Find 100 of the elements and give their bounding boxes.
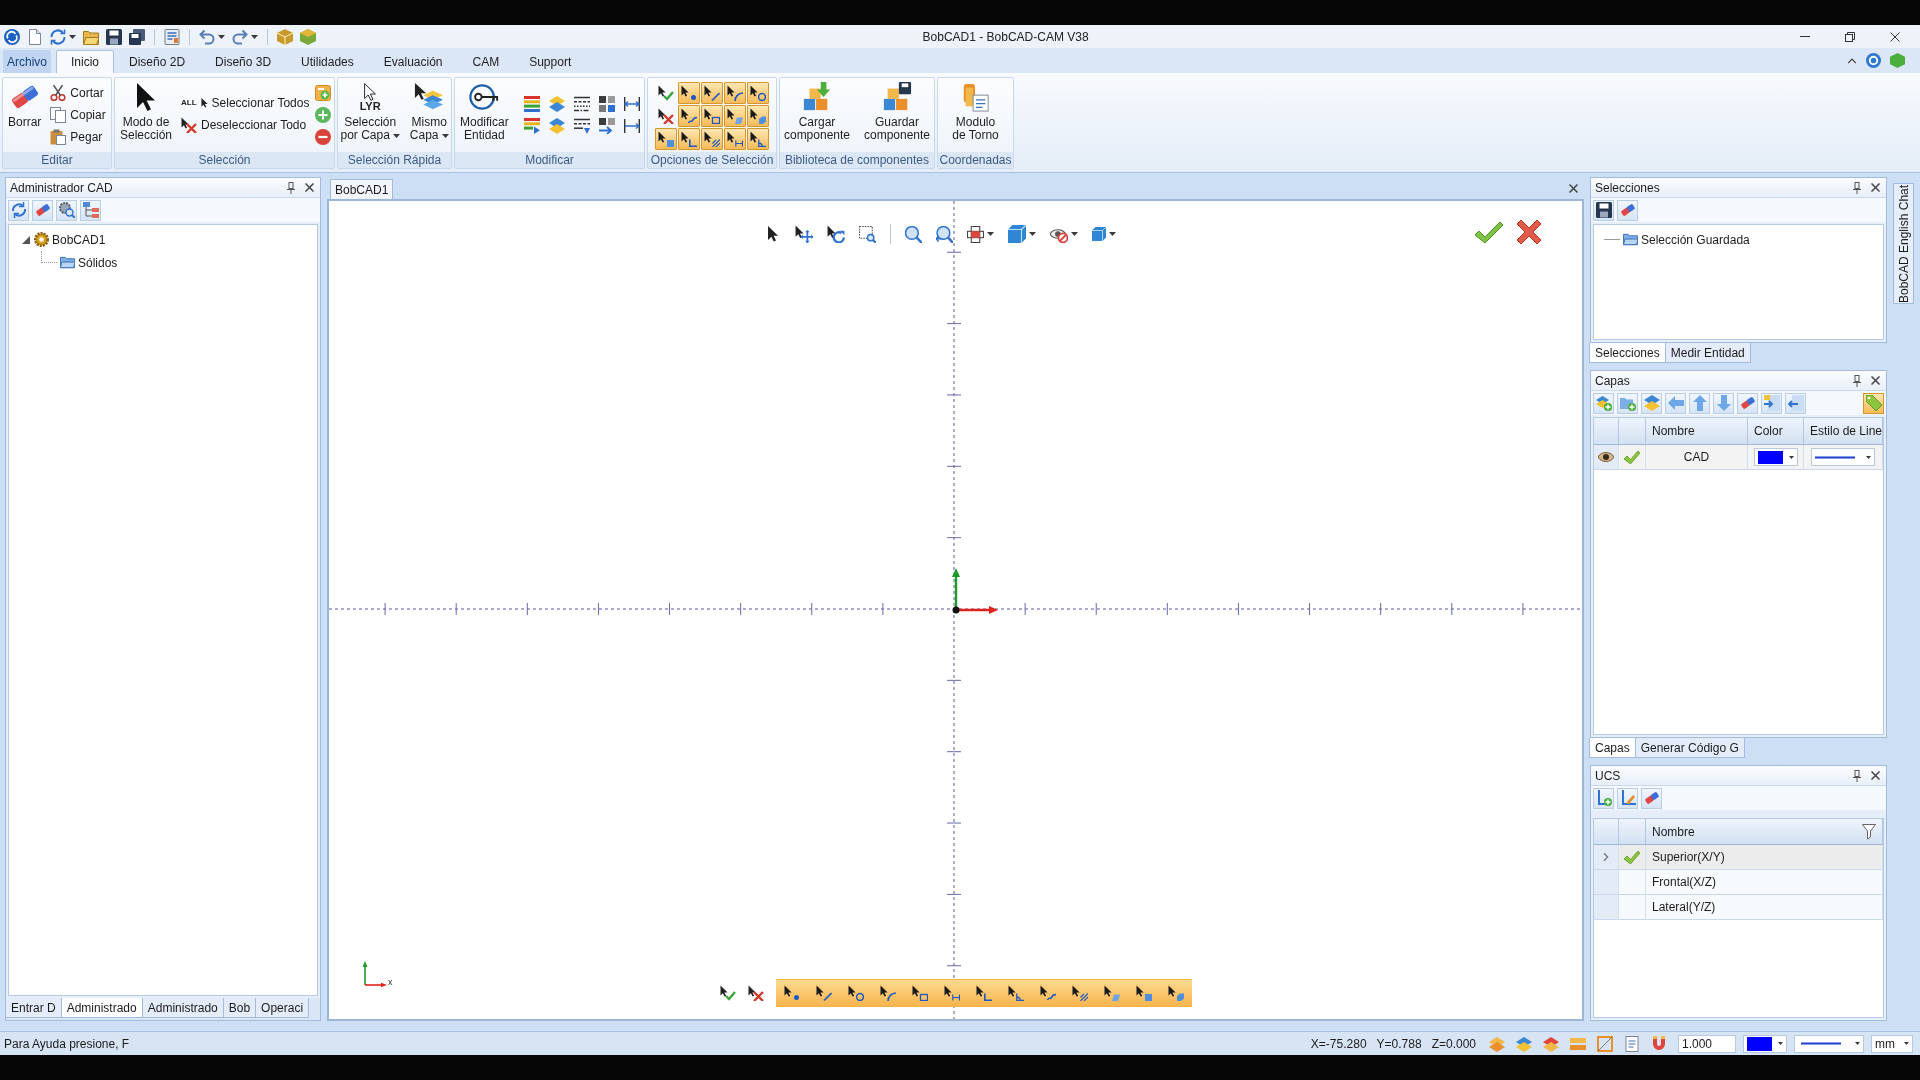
ribbon-tab[interactable]: Inicio [56,50,115,73]
toolbar-button[interactable] [1593,199,1614,221]
file-tab[interactable]: Archivo [3,50,51,73]
caret-icon[interactable] [392,133,400,138]
redo-icon[interactable] [232,28,248,45]
caret-icon[interactable] [441,133,449,138]
panel-tab[interactable]: Generar Código G [1634,738,1745,758]
line-style-dropdown[interactable] [1811,448,1875,466]
table-cell[interactable]: Superior(X/Y) [1646,845,1883,870]
filter-toggle[interactable] [724,128,746,150]
ribbon-button[interactable]: Guardar componente [861,79,934,142]
check-icon[interactable] [1624,850,1640,864]
zoom-previous-icon[interactable] [936,225,953,243]
color-bars-arrow-icon[interactable] [523,118,540,134]
filter-toggle[interactable] [724,82,746,104]
cube-icon[interactable] [1092,227,1106,241]
ribbon-tab[interactable]: Evaluación [368,50,458,73]
toolbar-button[interactable] [56,199,77,221]
caret-icon[interactable] [1071,232,1078,236]
cursor-cross-icon[interactable] [658,108,674,124]
snap-toggle[interactable] [1160,979,1192,1007]
column-header[interactable]: Nombre [1652,824,1695,839]
ribbon-tab[interactable]: Diseño 2D [114,50,201,73]
caret-icon[interactable] [1029,232,1036,236]
panel-tab[interactable]: Administrado [60,998,143,1018]
line-styles-icon[interactable] [573,96,590,112]
filter-toggle[interactable] [701,128,723,150]
ring-icon[interactable] [1866,53,1881,68]
zoom-icon[interactable] [905,225,922,243]
close-icon[interactable] [1871,376,1880,385]
close-icon[interactable] [1871,183,1880,192]
frame-icon[interactable] [1597,1035,1613,1052]
ribbon-button[interactable]: Borrar [5,79,45,129]
magnet-icon[interactable] [1651,1035,1667,1052]
cursor-cross-icon[interactable] [748,985,764,1001]
dimension-icon[interactable] [623,96,640,112]
new-file-icon[interactable] [27,28,43,45]
cancel-icon[interactable] [1516,219,1542,245]
column-header[interactable]: Estilo de Line [1804,418,1883,445]
zoom-window-icon[interactable] [859,225,876,243]
ribbon-button[interactable]: Modo de Selección [117,79,176,142]
ribbon-tab[interactable]: Utilidades [286,50,369,73]
expand-triangle-icon[interactable] [22,235,30,244]
filter-toggle[interactable] [678,82,700,104]
ribbon-button[interactable]: Modificar Entidad [457,79,512,142]
ribbon-button[interactable]: Copiar [48,104,108,126]
ribbon-button[interactable]: Cortar [48,82,108,104]
side-tab[interactable]: BobCAD English Chat [1893,183,1914,304]
close-icon[interactable] [305,183,314,192]
collapse-icon[interactable] [1847,57,1857,64]
ribbon-button[interactable]: Mismo Capa [406,79,452,142]
layers-icon[interactable] [548,96,565,112]
pin-icon[interactable] [1853,769,1861,782]
caret-icon[interactable] [1109,232,1116,236]
panel-tab[interactable]: Operaci [255,998,310,1018]
color-dropdown[interactable] [1753,448,1798,466]
document-icon[interactable] [164,28,180,45]
check-icon[interactable] [1474,220,1504,244]
row-indicator-cell[interactable] [1594,895,1619,920]
ribbon-button[interactable]: LYR Selección por Capa [337,79,403,142]
snap-toggle[interactable] [776,979,808,1007]
filter-toggle[interactable] [747,82,769,104]
ribbon-tab[interactable]: CAM [457,50,515,73]
cursor-move-icon[interactable] [795,225,813,243]
row-indicator-cell[interactable] [1594,845,1619,870]
open-folder-icon[interactable] [83,28,99,45]
ribbon-button[interactable]: Modulo de Torno [949,79,1002,142]
close-icon[interactable] [1889,31,1900,42]
drawing-viewport[interactable]: x [327,199,1584,1021]
filter-toggle[interactable] [747,128,769,150]
cursor-rotate-icon[interactable] [827,225,845,243]
ribbon-tab[interactable]: Support [514,50,587,73]
filter-icon[interactable] [1862,823,1876,840]
caret-icon[interactable] [251,34,258,39]
cursor-check-icon[interactable] [720,985,736,1001]
refresh-icon[interactable] [50,28,66,45]
plus-frame-icon[interactable] [967,225,984,243]
document-tab[interactable]: BobCAD1 [330,179,394,199]
table-cell[interactable]: Lateral(Y/Z) [1646,895,1883,920]
color-dropdown[interactable] [1743,1034,1787,1053]
save-all-icon[interactable] [129,28,145,45]
layers-icon[interactable] [548,118,565,134]
filter-toggle[interactable] [678,128,700,150]
line-styles-arrow-icon[interactable] [573,118,590,134]
blocks-icon[interactable] [598,96,615,112]
column-header[interactable]: Nombre [1646,418,1748,445]
document-icon[interactable] [1624,1035,1640,1052]
panel-tab[interactable]: Selecciones [1589,343,1666,363]
panel-tab[interactable]: Administrado [141,998,224,1018]
pin-icon[interactable] [1853,374,1861,387]
row-indicator-cell[interactable] [1594,870,1619,895]
cursor-icon[interactable] [765,226,781,242]
filter-toggle[interactable] [724,105,746,127]
filter-toggle[interactable] [701,82,723,104]
tree-item[interactable]: BobCAD1 [52,232,106,247]
color-bars-icon[interactable] [523,96,540,112]
ribbon-button[interactable]: Cargar componente [780,79,853,142]
scale-field[interactable]: 1.000 [1678,1034,1736,1053]
close-icon[interactable] [1569,183,1578,193]
panel-tab[interactable]: Capas [1589,738,1636,758]
